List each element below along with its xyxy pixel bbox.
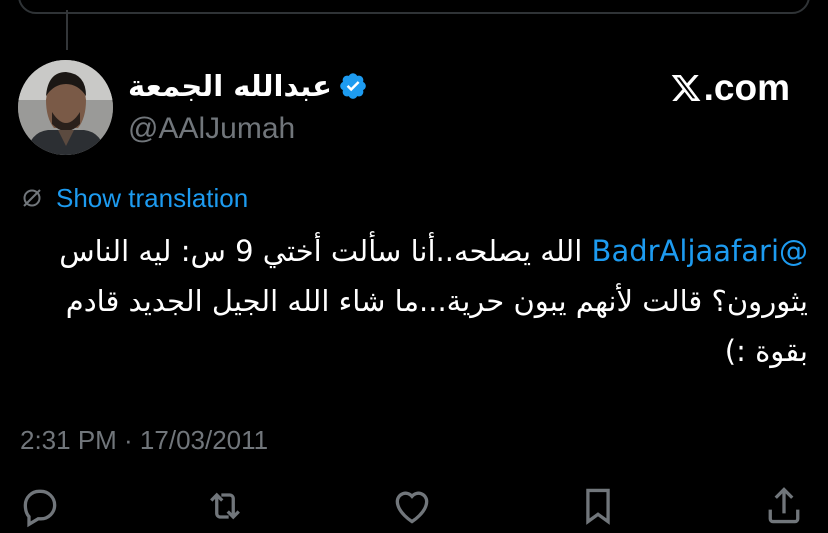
share-button[interactable] bbox=[762, 484, 806, 528]
user-handle[interactable]: @AAlJumah bbox=[128, 109, 368, 149]
translate-icon bbox=[23, 189, 41, 207]
brand-domain: .com bbox=[703, 67, 790, 108]
reply-icon bbox=[23, 489, 57, 528]
user-info: عبدالله الجمعة @AAlJumah bbox=[128, 66, 368, 149]
retweet-button[interactable] bbox=[203, 484, 247, 528]
action-bar bbox=[0, 484, 828, 528]
previous-tweet-card[interactable] bbox=[18, 0, 810, 14]
tweet-text: @BadrAljaafari الله يصلحه..أنا سألت أختي… bbox=[18, 226, 808, 376]
bookmark-button[interactable] bbox=[576, 484, 620, 528]
verified-badge-icon bbox=[340, 73, 366, 99]
avatar[interactable] bbox=[18, 60, 113, 155]
like-icon bbox=[395, 491, 429, 524]
thread-connector-line bbox=[66, 10, 68, 50]
translation-row[interactable]: Show translation bbox=[20, 180, 248, 216]
share-icon bbox=[768, 487, 800, 524]
display-name[interactable]: عبدالله الجمعة bbox=[128, 66, 332, 106]
bookmark-icon bbox=[586, 488, 610, 525]
timestamp[interactable]: 2:31 PM · 17/03/2011 bbox=[20, 420, 268, 460]
brand-watermark: .com bbox=[670, 66, 790, 110]
name-row: عبدالله الجمعة bbox=[128, 66, 368, 106]
show-translation-link[interactable]: Show translation bbox=[56, 183, 248, 214]
reply-button[interactable] bbox=[18, 484, 62, 528]
x-logo-icon bbox=[671, 75, 701, 101]
retweet-icon bbox=[210, 492, 240, 520]
like-button[interactable] bbox=[390, 484, 434, 528]
avatar-photo bbox=[18, 60, 113, 155]
mention-link[interactable]: @BadrAljaafari bbox=[592, 234, 808, 268]
